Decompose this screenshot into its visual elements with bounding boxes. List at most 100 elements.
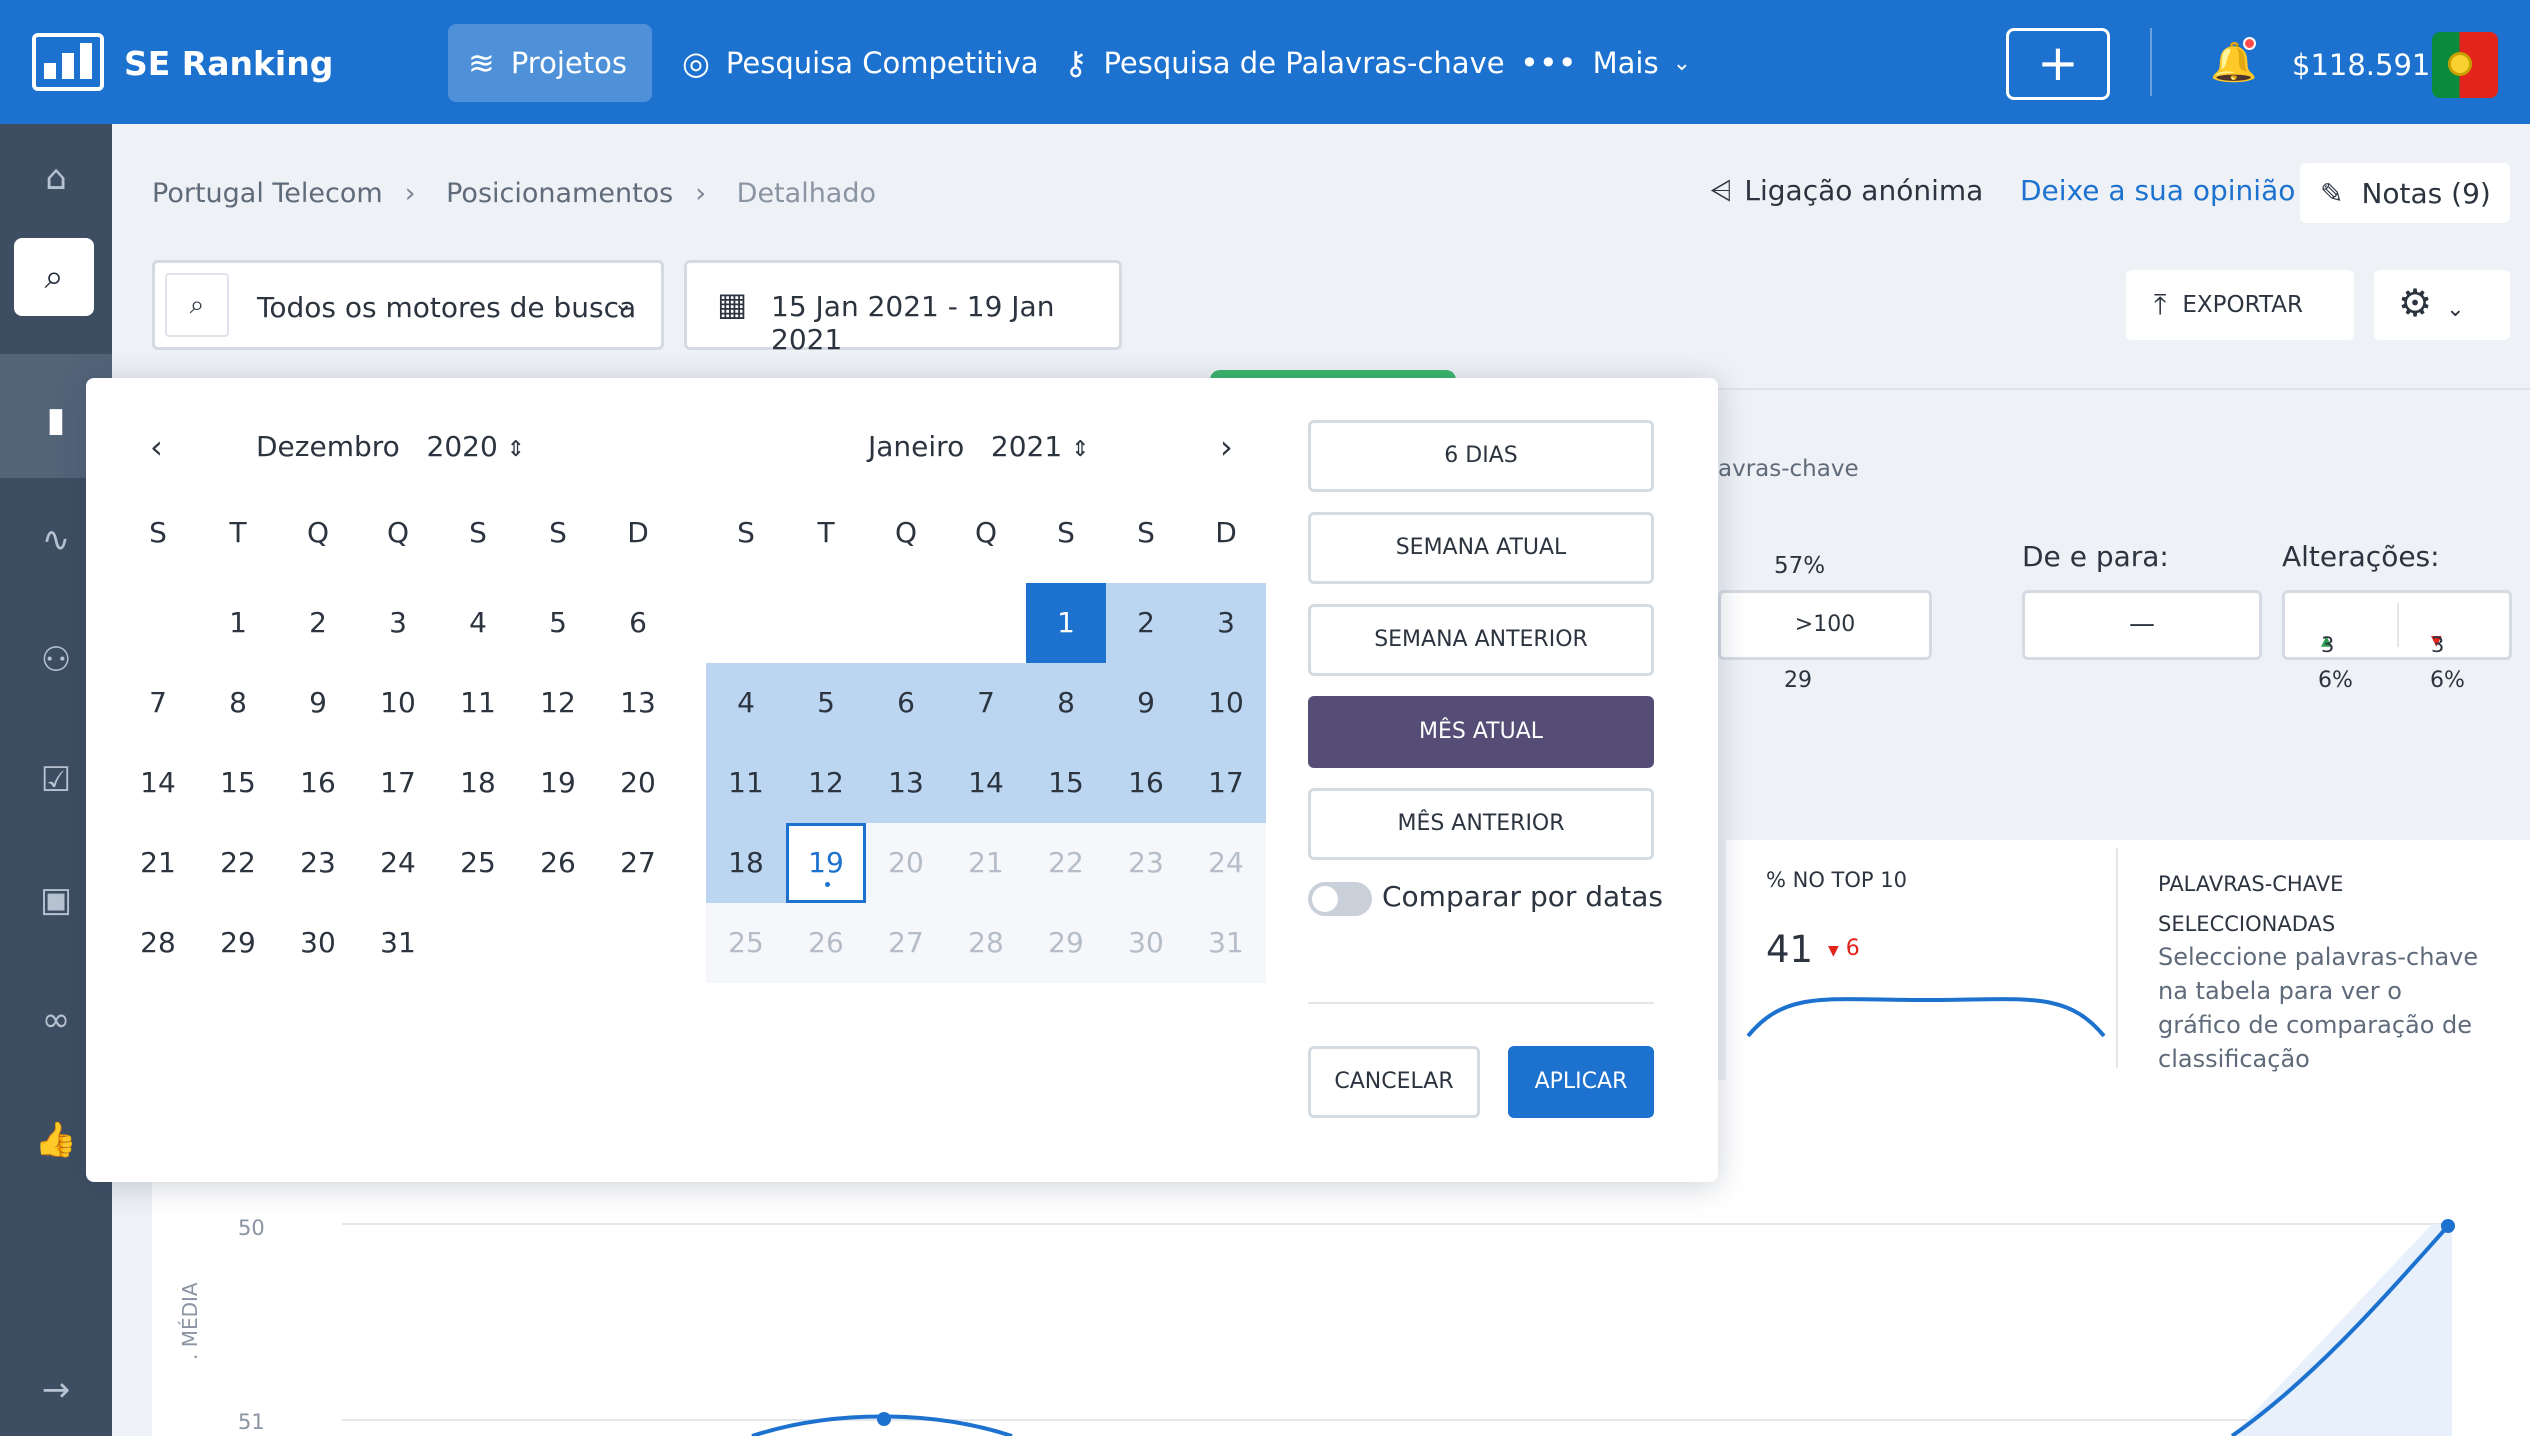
calendar-day[interactable]: 27 bbox=[598, 823, 678, 903]
brand-name[interactable]: SE Ranking bbox=[124, 44, 333, 83]
calendar-day[interactable]: 16 bbox=[278, 743, 358, 823]
nav-keyword-research[interactable]: ⚷ Pesquisa de Palavras-chave bbox=[1064, 24, 1505, 102]
prev-month-icon[interactable]: ‹ bbox=[150, 428, 163, 466]
calendar-day[interactable]: 15 bbox=[198, 743, 278, 823]
notes-button[interactable]: ✎ Notas (9) bbox=[2300, 163, 2510, 223]
apply-button[interactable]: Aplicar bbox=[1508, 1046, 1654, 1118]
chevron-down-icon: ⌄ bbox=[2446, 297, 2465, 322]
calendar-day[interactable]: 8 bbox=[198, 663, 278, 743]
calendar-day[interactable]: 18 bbox=[438, 743, 518, 823]
calendar-day[interactable]: 30 bbox=[278, 903, 358, 983]
calendar-day[interactable]: 17 bbox=[358, 743, 438, 823]
calendar-day[interactable]: 5 bbox=[518, 583, 598, 663]
calendar-day[interactable]: 26 bbox=[518, 823, 598, 903]
calendar-day[interactable]: 6 bbox=[866, 663, 946, 743]
top10-value: 41 bbox=[1766, 928, 1814, 971]
key-icon: ⚷ bbox=[1064, 44, 1088, 82]
calendar-day[interactable]: 2 bbox=[1106, 583, 1186, 663]
calendar-day[interactable]: 28 bbox=[118, 903, 198, 983]
calendar-day[interactable]: 4 bbox=[438, 583, 518, 663]
calendar-day[interactable]: 23 bbox=[278, 823, 358, 903]
calendar-day[interactable]: 1 bbox=[198, 583, 278, 663]
calendar-day[interactable]: 25 bbox=[438, 823, 518, 903]
calendar-day[interactable]: 11 bbox=[438, 663, 518, 743]
calendar-day[interactable]: 10 bbox=[358, 663, 438, 743]
calendar-day[interactable]: 18 bbox=[706, 823, 786, 903]
nav-projects[interactable]: ≋ Projetos bbox=[448, 24, 652, 102]
compare-dates-toggle[interactable] bbox=[1308, 882, 1372, 916]
calendar-day[interactable]: 11 bbox=[706, 743, 786, 823]
se-ranking-logo-icon[interactable] bbox=[32, 33, 104, 91]
range-box[interactable]: — bbox=[2022, 590, 2262, 660]
calendar-day[interactable]: 2 bbox=[278, 583, 358, 663]
calendar-day[interactable]: 19 bbox=[786, 823, 866, 903]
add-button[interactable]: + bbox=[2006, 28, 2110, 100]
sort-icon: ⇕ bbox=[1071, 437, 1090, 462]
right-month-select[interactable]: Janeiro 2021 ⇕ bbox=[868, 430, 1090, 463]
calendar-day[interactable]: 4 bbox=[706, 663, 786, 743]
down-arrow-icon: ▼ bbox=[1828, 943, 1839, 959]
calendar-day[interactable]: 3 bbox=[358, 583, 438, 663]
calendar-day[interactable]: 12 bbox=[786, 743, 866, 823]
calendar-day[interactable]: 17 bbox=[1186, 743, 1266, 823]
calendar-day[interactable]: 9 bbox=[1106, 663, 1186, 743]
calendar-day[interactable]: 12 bbox=[518, 663, 598, 743]
calendar-day[interactable]: 19 bbox=[518, 743, 598, 823]
calendar-day[interactable]: 14 bbox=[946, 743, 1026, 823]
calendar-day[interactable]: 22 bbox=[198, 823, 278, 903]
calendar-day: 21 bbox=[946, 823, 1026, 903]
feedback-link[interactable]: Deixe a sua opinião bbox=[2020, 174, 2295, 207]
account-balance[interactable]: $118.591 bbox=[2292, 48, 2430, 82]
date-range-picker[interactable]: ▦ 15 Jan 2021 - 19 Jan 2021 bbox=[684, 260, 1122, 356]
preset-previous-week[interactable]: Semana anterior bbox=[1308, 604, 1654, 676]
portugal-flag-icon[interactable] bbox=[2432, 32, 2498, 98]
next-month-icon[interactable]: › bbox=[1220, 428, 1233, 466]
preset-previous-month[interactable]: Mês anterior bbox=[1308, 788, 1654, 860]
anonymous-link-button[interactable]: ⩤ Ligação anónima bbox=[1710, 174, 1983, 208]
left-month-select[interactable]: Dezembro 2020 ⇕ bbox=[256, 430, 525, 463]
search-engine-select[interactable]: ⌕ Todos os motores de busca ⌄ bbox=[152, 260, 664, 350]
weekday-header: S bbox=[149, 516, 167, 549]
export-button[interactable]: ⤒ EXPORTAR bbox=[2126, 270, 2354, 340]
weekday-header: S bbox=[1137, 516, 1155, 549]
calendar-day[interactable]: 13 bbox=[598, 663, 678, 743]
share-label: Ligação anónima bbox=[1744, 174, 1984, 207]
weekday-header: S bbox=[549, 516, 567, 549]
calendar-day[interactable]: 1 bbox=[1026, 583, 1106, 663]
search-console-icon[interactable]: ⌕ bbox=[14, 238, 94, 316]
calendar-day[interactable]: 14 bbox=[118, 743, 198, 823]
nav-competitive-research[interactable]: ◎ Pesquisa Competitiva bbox=[682, 24, 1039, 102]
preset-current-week[interactable]: Semana atual bbox=[1308, 512, 1654, 584]
calendar-day[interactable]: 10 bbox=[1186, 663, 1266, 743]
breadcrumb-project[interactable]: Portugal Telecom bbox=[152, 178, 383, 209]
calendar-day[interactable]: 13 bbox=[866, 743, 946, 823]
calendar-day[interactable]: 20 bbox=[598, 743, 678, 823]
calendar-day[interactable]: 21 bbox=[118, 823, 198, 903]
calendar-day[interactable]: 29 bbox=[198, 903, 278, 983]
calendar-day[interactable]: 8 bbox=[1026, 663, 1106, 743]
home-icon[interactable]: ⌂ bbox=[0, 158, 112, 198]
calendar-day[interactable]: 9 bbox=[278, 663, 358, 743]
changes-box[interactable]: ▲ 3 ▼ 3 bbox=[2282, 590, 2512, 660]
calendar-icon: ▦ bbox=[717, 285, 748, 323]
upload-icon: ⤒ bbox=[2154, 288, 2167, 321]
calendar-day[interactable]: 15 bbox=[1026, 743, 1106, 823]
preset-6-days[interactable]: 6 dias bbox=[1308, 420, 1654, 492]
calendar-day[interactable]: 7 bbox=[946, 663, 1026, 743]
settings-button[interactable]: ⚙ ⌄ bbox=[2374, 270, 2510, 340]
calendar-day[interactable]: 7 bbox=[118, 663, 198, 743]
breadcrumb-rankings[interactable]: Posicionamentos bbox=[446, 178, 673, 209]
calendar-day[interactable]: 6 bbox=[598, 583, 678, 663]
position-filter-box[interactable]: >100 bbox=[1718, 590, 1932, 660]
calendar-day[interactable]: 31 bbox=[358, 903, 438, 983]
cancel-button[interactable]: Cancelar bbox=[1308, 1046, 1480, 1118]
calendar-day[interactable]: 3 bbox=[1186, 583, 1266, 663]
nav-more[interactable]: ••• Mais ⌄ bbox=[1520, 24, 1691, 102]
layers-icon: ≋ bbox=[468, 44, 495, 82]
calendar-day[interactable]: 16 bbox=[1106, 743, 1186, 823]
preset-current-month[interactable]: Mês atual bbox=[1308, 696, 1654, 768]
calendar-day: 20 bbox=[866, 823, 946, 903]
calendar-day[interactable]: 5 bbox=[786, 663, 866, 743]
expand-arrow-icon[interactable]: → bbox=[0, 1370, 112, 1410]
calendar-day[interactable]: 24 bbox=[358, 823, 438, 903]
